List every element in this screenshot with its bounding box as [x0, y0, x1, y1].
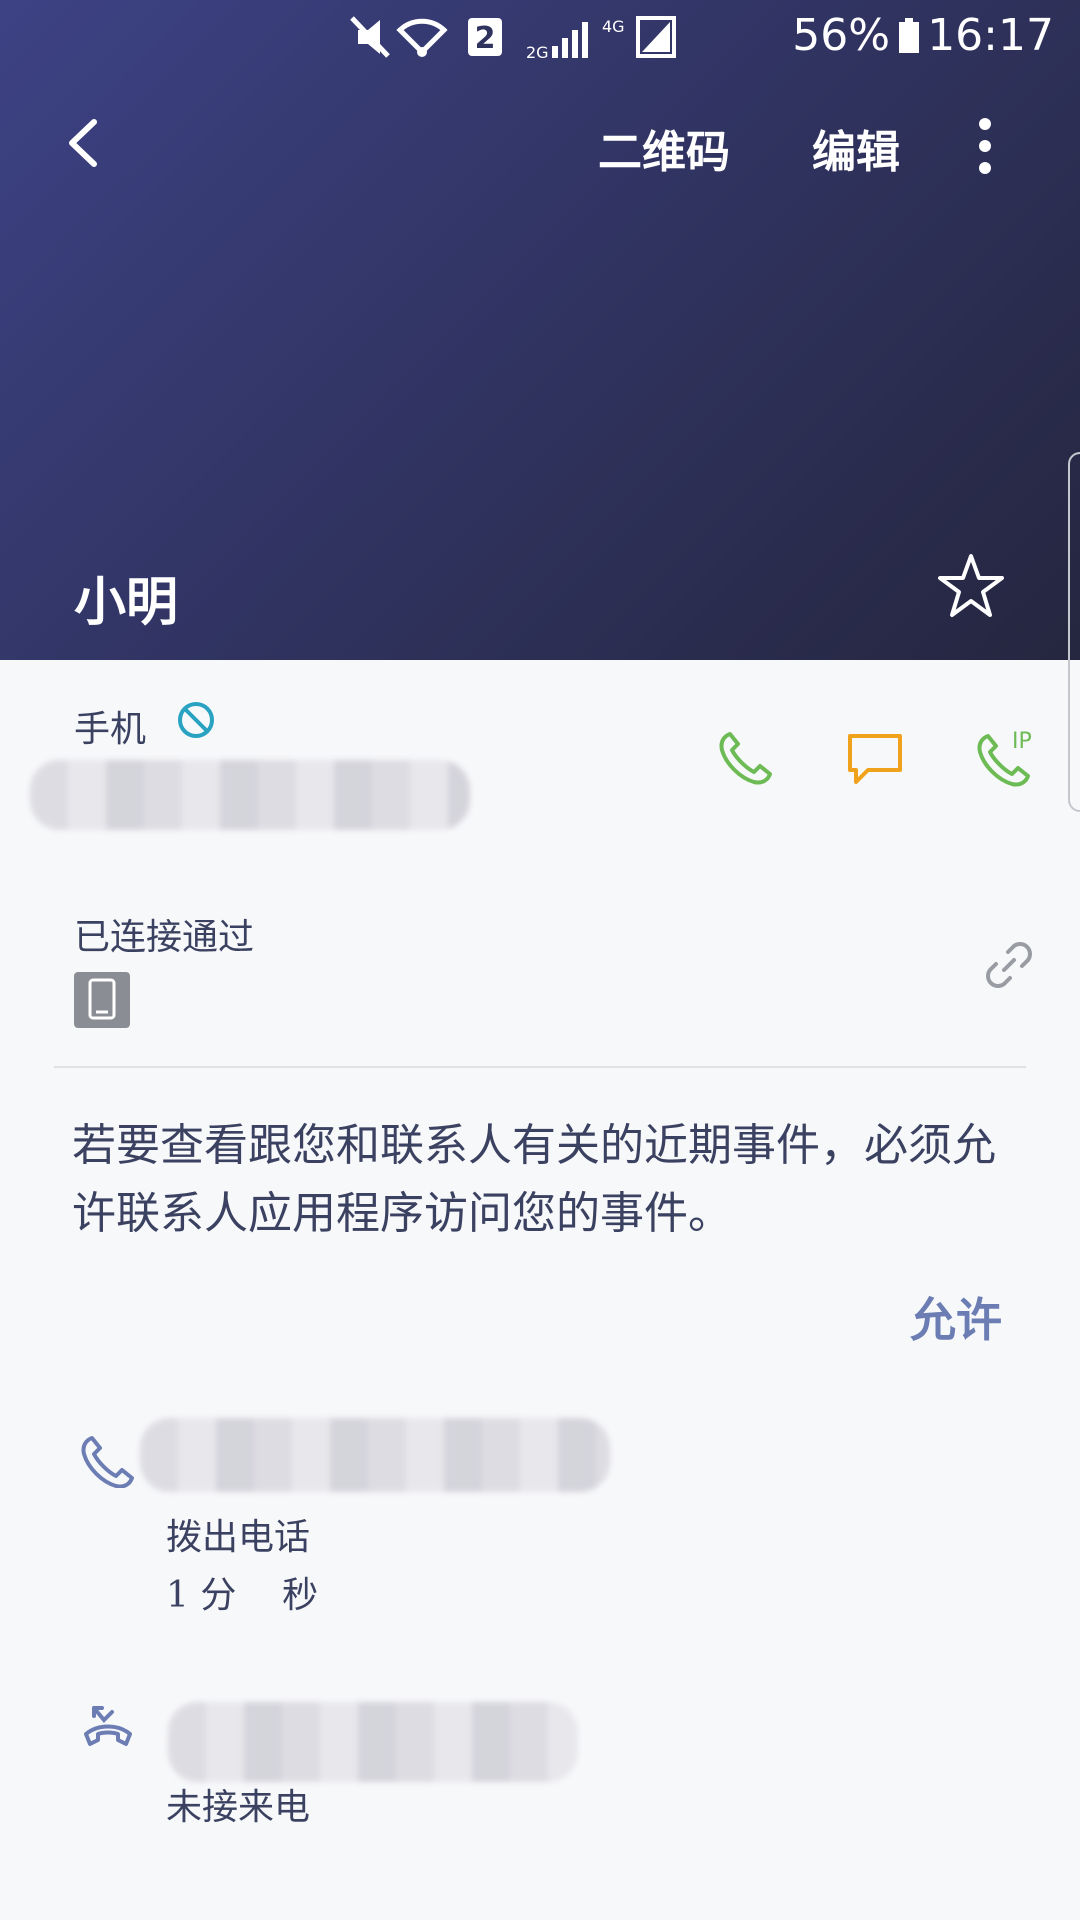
svg-text:2: 2: [475, 21, 496, 56]
missed-call-number-redacted: [168, 1702, 578, 1782]
edge-panel-handle[interactable]: [1068, 452, 1080, 812]
app-toolbar: 二维码 编辑: [0, 100, 1080, 190]
connected-via-label: 已连接通过: [74, 917, 255, 958]
qr-code-button[interactable]: 二维码: [598, 116, 730, 180]
missed-call-icon: [84, 1706, 132, 1746]
call-log-type: 拨出电话: [166, 1517, 311, 1558]
phone-number-redacted: [30, 760, 470, 830]
status-bar: 2 2G 4G 56% 16:17: [0, 0, 1080, 76]
back-arrow-icon[interactable]: [60, 118, 110, 168]
tablet-icon: [74, 972, 130, 1028]
ip-call-icon[interactable]: IP: [976, 728, 1040, 790]
phone-icon[interactable]: [716, 730, 774, 788]
outgoing-call-icon: [81, 1436, 134, 1488]
link-icon[interactable]: [982, 938, 1036, 992]
battery-icon: [899, 18, 919, 53]
call-log-number-redacted: [140, 1418, 610, 1492]
message-icon[interactable]: [846, 730, 904, 788]
status-time: 16:17: [927, 10, 1054, 61]
svg-text:4G: 4G: [602, 17, 625, 36]
more-vert-icon[interactable]: [970, 118, 1000, 174]
allow-button[interactable]: 允许: [910, 1284, 1002, 1350]
missed-call-type: 未接来电: [166, 1787, 311, 1828]
contact-name: 小明: [74, 572, 179, 633]
events-permission-notice: 若要查看跟您和联系人有关的近期事件，必须允许联系人应用程序访问您的事件。: [72, 1120, 996, 1239]
phone-type-label: 手机: [74, 709, 147, 750]
star-outline-icon[interactable]: [936, 552, 1006, 622]
svg-text:2G: 2G: [526, 43, 549, 62]
section-divider: [54, 1066, 1026, 1068]
status-icons: 2 2G 4G: [350, 16, 676, 62]
edit-button[interactable]: 编辑: [812, 116, 900, 180]
block-icon: [178, 702, 214, 738]
svg-text:IP: IP: [1012, 729, 1032, 754]
call-log-duration: 1 分 秒: [166, 1575, 319, 1616]
contact-header: 2 2G 4G 56% 16:17 二维码 编辑 小明: [0, 0, 1080, 660]
battery-percentage: 56%: [792, 10, 890, 61]
